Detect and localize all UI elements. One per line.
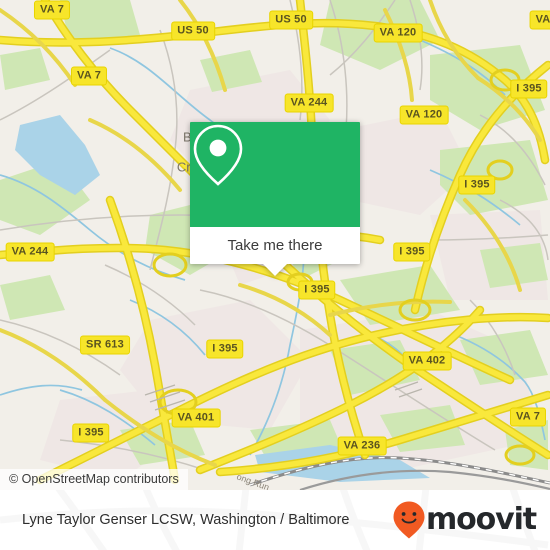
shield-va-7-a: VA 7 <box>33 0 71 20</box>
shield-i-395-c: I 395 <box>393 242 431 262</box>
shield-va-120-b: VA 120 <box>399 105 449 125</box>
shield-us-50-a: US 50 <box>171 21 215 41</box>
shield-va-7-b: VA 7 <box>70 66 108 86</box>
shield-va-402: VA 402 <box>402 351 452 371</box>
shield-va-244-a: VA 244 <box>284 93 334 113</box>
shield-i-395-e: I 395 <box>206 339 244 359</box>
moovit-smiley-pin-icon <box>393 501 425 539</box>
shield-i-395-b: I 395 <box>458 175 496 195</box>
page-title: Lyne Taylor Genser LCSW, Washington / Ba… <box>22 512 350 528</box>
take-me-there-label[interactable]: Take me there <box>227 237 322 254</box>
popup-tail-pointer <box>263 264 287 276</box>
popup-body[interactable]: Take me there <box>190 227 360 276</box>
shield-i-395-a: I 395 <box>510 79 548 99</box>
location-popup[interactable]: Take me there <box>190 122 360 276</box>
moovit-logo[interactable]: moovit <box>392 500 537 540</box>
shield-va-401: VA 401 <box>171 408 221 428</box>
shield-va-7-c: VA 7 <box>509 407 547 427</box>
shield-i-395-d: I 395 <box>298 280 336 300</box>
shield-sr-613: SR 613 <box>80 335 130 355</box>
map-canvas[interactable]: Bail Cross ong Run VA 7US 50US 50VA 120V… <box>0 0 550 490</box>
footer-bar: Lyne Taylor Genser LCSW, Washington / Ba… <box>0 490 550 550</box>
shield-i-395-f: I 395 <box>72 423 110 443</box>
shield-va-edge: VA <box>529 10 550 30</box>
map-screenshot-root: Bail Cross ong Run VA 7US 50US 50VA 120V… <box>0 0 550 550</box>
shield-va-244-b: VA 244 <box>5 242 55 262</box>
shield-va-236: VA 236 <box>337 436 387 456</box>
shield-va-120-a: VA 120 <box>373 23 423 43</box>
osm-attribution[interactable]: © OpenStreetMap contributors <box>0 469 188 490</box>
location-pin-icon <box>193 124 243 186</box>
moovit-wordmark: moovit <box>425 502 537 537</box>
shield-us-50-b: US 50 <box>269 10 313 30</box>
popup-header <box>190 122 360 227</box>
